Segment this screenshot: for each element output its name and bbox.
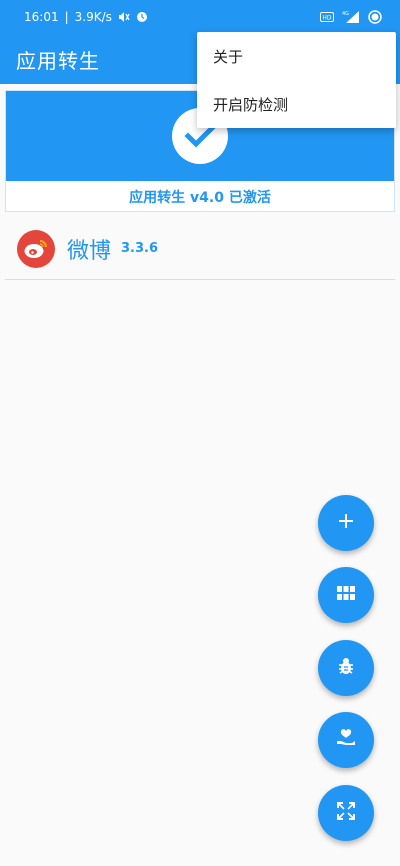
activation-status-label: 应用转生 v4.0 已激活 (129, 189, 271, 206)
status-bar: 16:01 | 3.9K/s HD 4G (0, 0, 400, 34)
overflow-menu: 关于 开启防检测 (197, 32, 396, 128)
status-divider: | (64, 10, 69, 24)
grid-icon (336, 585, 356, 605)
fullscreen-icon (336, 801, 356, 825)
donate-button[interactable] (318, 712, 374, 768)
app-name: 微博 (67, 238, 112, 264)
menu-item-anti-detection[interactable]: 开启防检测 (197, 80, 396, 128)
app-version: 3.3.6 (121, 241, 159, 256)
hd-icon: HD (320, 12, 334, 22)
add-button[interactable] (318, 495, 374, 551)
fullscreen-button[interactable] (318, 785, 374, 841)
status-time: 16:01 (24, 10, 59, 24)
debug-button[interactable] (318, 640, 374, 696)
grid-button[interactable] (318, 567, 374, 623)
weibo-icon (17, 229, 55, 268)
bug-icon (336, 656, 356, 680)
svg-text:4G: 4G (342, 11, 349, 17)
donate-icon (335, 727, 357, 753)
alarm-icon (136, 11, 148, 23)
menu-item-about[interactable]: 关于 (197, 32, 396, 80)
list-item[interactable]: 微博 3.3.6 (5, 218, 395, 280)
battery-icon (368, 10, 382, 24)
status-speed: 3.9K/s (74, 10, 112, 24)
add-icon (337, 512, 355, 534)
svg-text:HD: HD (322, 15, 332, 22)
4g-signal-icon: 4G (342, 10, 360, 24)
mute-icon (118, 11, 130, 23)
page-title: 应用转生 (16, 48, 100, 73)
